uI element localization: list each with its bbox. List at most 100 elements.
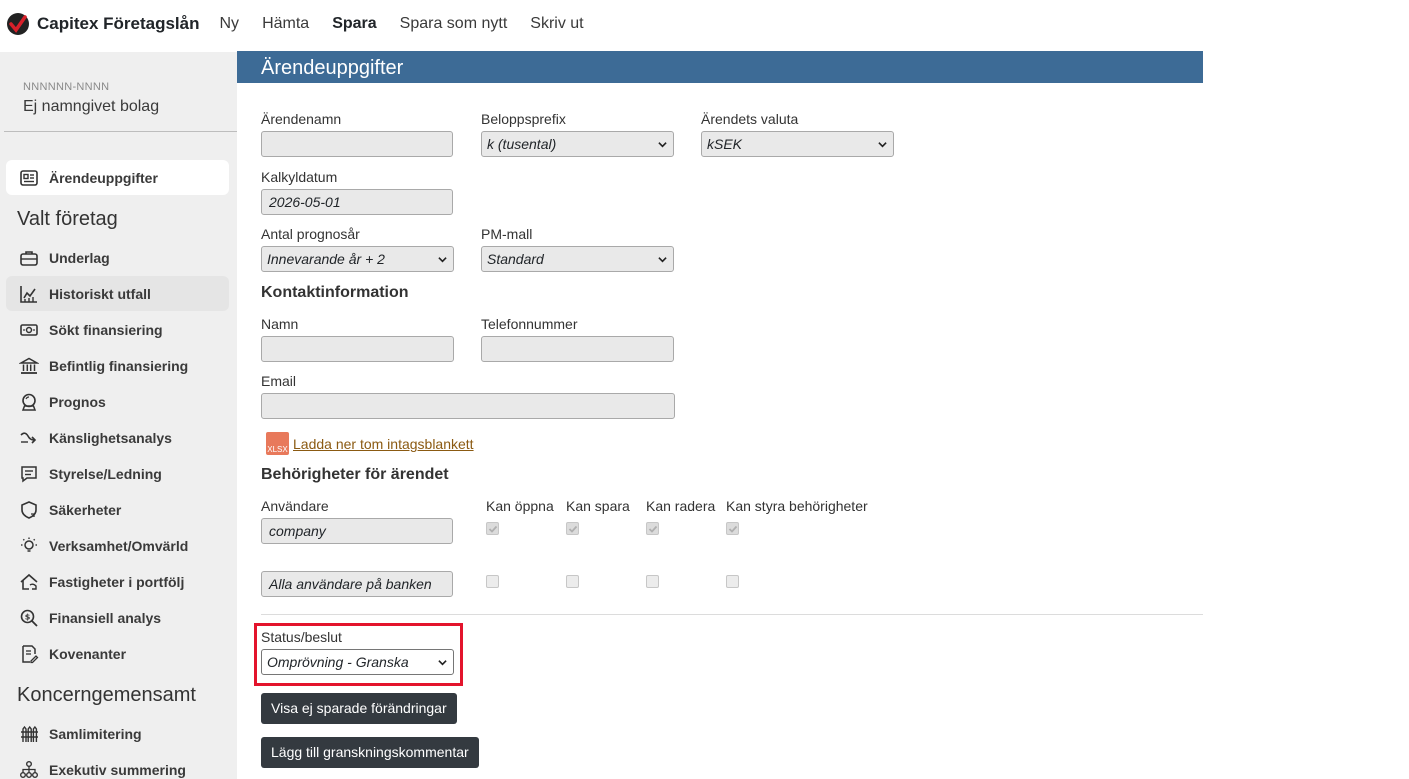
checkbox-company-save[interactable] (566, 522, 579, 535)
company-name: Ej namngivet bolag (23, 98, 160, 115)
nav-spara-som-nytt[interactable]: Spara som nytt (400, 15, 508, 33)
sidebar-item-label: Samlimitering (49, 725, 142, 742)
sidebar-item-samlimitering[interactable]: Samlimitering (6, 716, 229, 751)
sidebar-item-label: Historiskt utfall (49, 285, 151, 302)
kalkyldatum-input[interactable]: 2026-05-01 (261, 189, 453, 215)
checkbox-all-save[interactable] (566, 575, 579, 588)
document-edit-icon (18, 643, 40, 665)
sidebar-item-label: Ärendeuppgifter (49, 169, 158, 186)
add-review-comment-button[interactable]: Lägg till granskningskommentar (261, 737, 479, 768)
valuta-label: Ärendets valuta (701, 111, 799, 127)
id-card-icon (18, 167, 40, 189)
chevron-down-icon (878, 142, 887, 148)
pmmall-select[interactable]: Standard (481, 246, 674, 272)
shield-icon (18, 499, 40, 521)
sidebar-item-prognos[interactable]: Prognos (6, 384, 229, 419)
checkbox-all-manage[interactable] (726, 575, 739, 588)
sidebar-item-sakerheter[interactable]: Säkerheter (6, 492, 229, 527)
checkmark-icon (728, 525, 738, 533)
sidebar-item-exekutiv-summering[interactable]: Exekutiv summering (6, 752, 229, 779)
brand[interactable]: Capitex Företagslån (6, 12, 200, 36)
search-dollar-icon: $ (18, 607, 40, 629)
sidebar-item-kovenanter[interactable]: Kovenanter (6, 636, 229, 671)
prognosar-label: Antal prognosår (261, 226, 360, 242)
crystal-ball-icon (18, 391, 40, 413)
xlsx-icon-text: XLSX (267, 445, 288, 454)
checkbox-all-open[interactable] (486, 575, 499, 588)
arrow-curve-icon (18, 427, 40, 449)
chat-list-icon (18, 463, 40, 485)
nav-hamta[interactable]: Hämta (262, 15, 309, 33)
status-select[interactable]: Omprövning - Granska (261, 649, 454, 675)
sidebar-item-label: Befintlig finansiering (49, 357, 189, 374)
namn-input[interactable] (261, 336, 454, 362)
lightbulb-icon (18, 535, 40, 557)
sidebar-item-verksamhet-omvarld[interactable]: Verksamhet/Omvärld (6, 528, 229, 563)
checkbox-company-manage[interactable] (726, 522, 739, 535)
arendenamn-label: Ärendenamn (261, 111, 342, 127)
telefon-input[interactable] (481, 336, 674, 362)
sidebar-item-befintlig-finansiering[interactable]: Befintlig finansiering (6, 348, 229, 383)
pmmall-label: PM-mall (481, 226, 533, 242)
top-navbar: Capitex Företagslån Ny Hämta Spara Spara… (0, 0, 1409, 48)
valuta-select[interactable]: kSEK (701, 131, 894, 157)
beloppsprefix-label: Beloppsprefix (481, 111, 566, 127)
permissions-header-manage: Kan styra behörigheter (726, 498, 868, 514)
nav-skriv-ut[interactable]: Skriv ut (530, 15, 583, 33)
namn-label: Namn (261, 316, 299, 332)
sidebar-item-label: Sökt finansiering (49, 321, 163, 338)
sidebar-item-underlag[interactable]: Underlag (6, 240, 229, 275)
prognosar-select[interactable]: Innevarande år + 2 (261, 246, 454, 272)
permissions-header-delete: Kan radera (646, 498, 716, 514)
checkbox-company-delete[interactable] (646, 522, 659, 535)
sidebar-item-label: Verksamhet/Omvärld (49, 537, 189, 554)
arendenamn-input[interactable] (261, 131, 453, 157)
bank-icon (18, 355, 40, 377)
valuta-value: kSEK (707, 136, 743, 152)
beloppsprefix-value: k (tusental) (487, 136, 557, 152)
contact-section-title: Kontaktinformation (261, 284, 409, 301)
checkmark-icon (488, 525, 498, 533)
briefcase-icon (18, 247, 40, 269)
nav-spara[interactable]: Spara (332, 15, 376, 33)
section-heading-valt-foretag: Valt företag (17, 208, 118, 230)
prognosar-value: Innevarande år + 2 (267, 251, 385, 267)
permissions-section-title: Behörigheter för ärendet (261, 466, 449, 483)
sidebar-item-fastigheter[interactable]: Fastigheter i portfölj (6, 564, 229, 599)
checkbox-company-open[interactable] (486, 522, 499, 535)
xlsx-file-icon[interactable]: XLSX (266, 432, 289, 455)
sidebar-item-label: Säkerheter (49, 501, 122, 518)
sidebar-item-arendeuppgifter[interactable]: Ärendeuppgifter (6, 160, 229, 195)
sidebar-item-label: Finansiell analys (49, 609, 162, 626)
pmmall-value: Standard (487, 251, 544, 267)
sidebar-item-kanslighetsanalys[interactable]: Känslighetsanalys (6, 420, 229, 455)
sidebar-item-label: Känslighetsanalys (49, 429, 172, 446)
chevron-down-icon (658, 142, 667, 148)
chevron-down-icon (438, 257, 447, 263)
email-input[interactable] (261, 393, 675, 419)
sidebar-item-finansiell-analys[interactable]: $ Finansiell analys (6, 600, 229, 635)
sidebar-item-label: Fastigheter i portfölj (49, 573, 185, 590)
nav-ny[interactable]: Ny (220, 15, 240, 33)
sidebar-item-styrelse-ledning[interactable]: Styrelse/Ledning (6, 456, 229, 491)
sidebar: NNNNNN-NNNN Ej namngivet bolag Ärendeupp… (0, 52, 237, 779)
permissions-header-open: Kan öppna (486, 498, 554, 514)
org-number: NNNNNN-NNNN (23, 81, 110, 93)
checkmark-icon (648, 525, 658, 533)
checkbox-all-delete[interactable] (646, 575, 659, 588)
show-unsaved-changes-button[interactable]: Visa ej sparade förändringar (261, 693, 457, 724)
section-heading-koncerngemensamt: Koncerngemensamt (17, 684, 196, 706)
hierarchy-icon (18, 759, 40, 779)
download-intake-form-link[interactable]: Ladda ner tom intagsblankett (293, 436, 474, 452)
section-divider (261, 614, 1203, 615)
sidebar-item-historiskt-utfall[interactable]: Historiskt utfall (6, 276, 229, 311)
beloppsprefix-select[interactable]: k (tusental) (481, 131, 674, 157)
sidebar-item-label: Prognos (49, 393, 106, 410)
chevron-down-icon (438, 660, 447, 666)
brand-name: Capitex Företagslån (37, 14, 200, 33)
sidebar-item-sokt-finansiering[interactable]: Sökt finansiering (6, 312, 229, 347)
page-title: Ärendeuppgifter (261, 57, 404, 79)
sidebar-item-label: Styrelse/Ledning (49, 465, 162, 482)
house-icon (18, 571, 40, 593)
company-info: NNNNNN-NNNN Ej namngivet bolag (4, 52, 237, 132)
